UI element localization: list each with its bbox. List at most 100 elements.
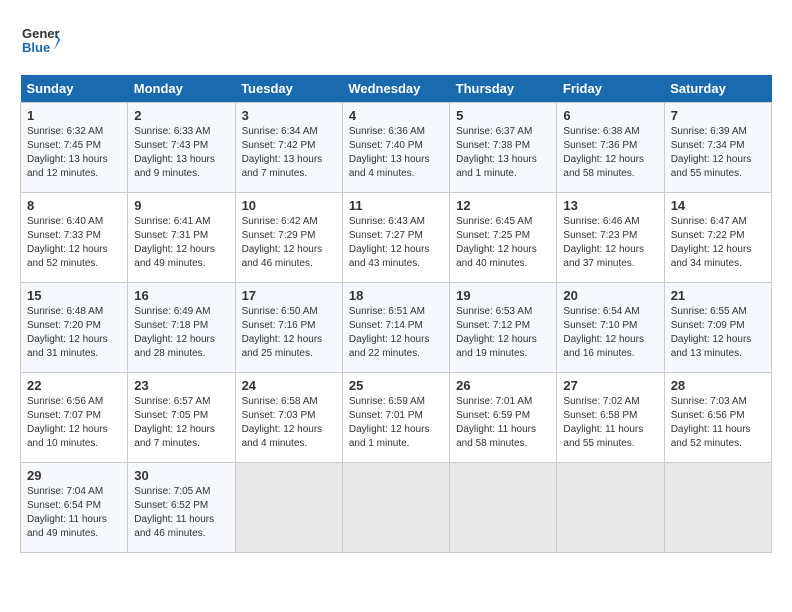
day-info: Sunrise: 6:40 AM Sunset: 7:33 PM Dayligh… [27,215,121,271]
day-info: Sunrise: 7:03 AM Sunset: 6:56 PM Dayligh… [671,395,765,451]
day-number: 3 [242,108,336,123]
day-number: 10 [242,198,336,213]
calendar-cell: 9 Sunrise: 6:41 AM Sunset: 7:31 PM Dayli… [128,193,235,283]
daylight-label: Daylight: 12 hours and 19 minutes. [456,334,537,359]
calendar-cell: 16 Sunrise: 6:49 AM Sunset: 7:18 PM Dayl… [128,283,235,373]
calendar-cell: 1 Sunrise: 6:32 AM Sunset: 7:45 PM Dayli… [21,103,128,193]
sunrise-label: Sunrise: 7:03 AM [671,396,747,407]
calendar-cell [235,463,342,553]
sunset-label: Sunset: 7:33 PM [27,230,101,241]
calendar-table: Sunday Monday Tuesday Wednesday Thursday… [20,75,772,553]
sunset-label: Sunset: 7:18 PM [134,320,208,331]
calendar-cell [557,463,664,553]
day-info: Sunrise: 6:37 AM Sunset: 7:38 PM Dayligh… [456,125,550,181]
sunrise-label: Sunrise: 6:59 AM [349,396,425,407]
day-number: 18 [349,288,443,303]
calendar-cell: 28 Sunrise: 7:03 AM Sunset: 6:56 PM Dayl… [664,373,771,463]
daylight-label: Daylight: 12 hours and 1 minute. [349,424,430,449]
header-monday: Monday [128,75,235,103]
daylight-label: Daylight: 12 hours and 58 minutes. [563,154,644,179]
calendar-cell: 25 Sunrise: 6:59 AM Sunset: 7:01 PM Dayl… [342,373,449,463]
calendar-cell: 6 Sunrise: 6:38 AM Sunset: 7:36 PM Dayli… [557,103,664,193]
header-sunday: Sunday [21,75,128,103]
sunset-label: Sunset: 7:42 PM [242,140,316,151]
day-info: Sunrise: 6:33 AM Sunset: 7:43 PM Dayligh… [134,125,228,181]
sunrise-label: Sunrise: 6:48 AM [27,306,103,317]
sunrise-label: Sunrise: 6:47 AM [671,216,747,227]
daylight-label: Daylight: 11 hours and 55 minutes. [563,424,643,449]
sunrise-label: Sunrise: 6:34 AM [242,126,318,137]
day-info: Sunrise: 6:50 AM Sunset: 7:16 PM Dayligh… [242,305,336,361]
day-number: 16 [134,288,228,303]
sunrise-label: Sunrise: 6:54 AM [563,306,639,317]
sunset-label: Sunset: 7:09 PM [671,320,745,331]
day-number: 9 [134,198,228,213]
day-number: 15 [27,288,121,303]
day-info: Sunrise: 6:34 AM Sunset: 7:42 PM Dayligh… [242,125,336,181]
sunrise-label: Sunrise: 6:45 AM [456,216,532,227]
calendar-cell: 21 Sunrise: 6:55 AM Sunset: 7:09 PM Dayl… [664,283,771,373]
sunrise-label: Sunrise: 6:40 AM [27,216,103,227]
daylight-label: Daylight: 11 hours and 49 minutes. [27,514,107,539]
day-info: Sunrise: 6:56 AM Sunset: 7:07 PM Dayligh… [27,395,121,451]
day-number: 8 [27,198,121,213]
header-saturday: Saturday [664,75,771,103]
calendar-cell: 27 Sunrise: 7:02 AM Sunset: 6:58 PM Dayl… [557,373,664,463]
day-number: 14 [671,198,765,213]
sunrise-label: Sunrise: 7:02 AM [563,396,639,407]
calendar-cell: 30 Sunrise: 7:05 AM Sunset: 6:52 PM Dayl… [128,463,235,553]
calendar-week-row: 29 Sunrise: 7:04 AM Sunset: 6:54 PM Dayl… [21,463,772,553]
sunset-label: Sunset: 7:45 PM [27,140,101,151]
calendar-cell: 14 Sunrise: 6:47 AM Sunset: 7:22 PM Dayl… [664,193,771,283]
svg-text:General: General [22,26,60,41]
sunset-label: Sunset: 7:14 PM [349,320,423,331]
sunrise-label: Sunrise: 7:01 AM [456,396,532,407]
sunset-label: Sunset: 7:34 PM [671,140,745,151]
day-info: Sunrise: 6:51 AM Sunset: 7:14 PM Dayligh… [349,305,443,361]
calendar-cell: 19 Sunrise: 6:53 AM Sunset: 7:12 PM Dayl… [450,283,557,373]
daylight-label: Daylight: 11 hours and 58 minutes. [456,424,536,449]
calendar-cell: 13 Sunrise: 6:46 AM Sunset: 7:23 PM Dayl… [557,193,664,283]
sunset-label: Sunset: 7:12 PM [456,320,530,331]
daylight-label: Daylight: 12 hours and 31 minutes. [27,334,108,359]
day-info: Sunrise: 6:58 AM Sunset: 7:03 PM Dayligh… [242,395,336,451]
day-info: Sunrise: 6:43 AM Sunset: 7:27 PM Dayligh… [349,215,443,271]
calendar-cell: 15 Sunrise: 6:48 AM Sunset: 7:20 PM Dayl… [21,283,128,373]
svg-text:Blue: Blue [22,40,50,55]
day-info: Sunrise: 6:48 AM Sunset: 7:20 PM Dayligh… [27,305,121,361]
calendar-cell: 24 Sunrise: 6:58 AM Sunset: 7:03 PM Dayl… [235,373,342,463]
calendar-week-row: 22 Sunrise: 6:56 AM Sunset: 7:07 PM Dayl… [21,373,772,463]
calendar-cell: 3 Sunrise: 6:34 AM Sunset: 7:42 PM Dayli… [235,103,342,193]
sunrise-label: Sunrise: 6:39 AM [671,126,747,137]
header-friday: Friday [557,75,664,103]
day-number: 26 [456,378,550,393]
calendar-cell [450,463,557,553]
sunrise-label: Sunrise: 6:36 AM [349,126,425,137]
calendar-cell [664,463,771,553]
day-info: Sunrise: 7:01 AM Sunset: 6:59 PM Dayligh… [456,395,550,451]
daylight-label: Daylight: 12 hours and 7 minutes. [134,424,215,449]
day-number: 28 [671,378,765,393]
calendar-cell: 10 Sunrise: 6:42 AM Sunset: 7:29 PM Dayl… [235,193,342,283]
calendar-cell: 18 Sunrise: 6:51 AM Sunset: 7:14 PM Dayl… [342,283,449,373]
day-number: 13 [563,198,657,213]
day-number: 4 [349,108,443,123]
sunrise-label: Sunrise: 6:43 AM [349,216,425,227]
sunset-label: Sunset: 7:27 PM [349,230,423,241]
sunset-label: Sunset: 6:56 PM [671,410,745,421]
calendar-week-row: 8 Sunrise: 6:40 AM Sunset: 7:33 PM Dayli… [21,193,772,283]
daylight-label: Daylight: 12 hours and 25 minutes. [242,334,323,359]
day-info: Sunrise: 6:55 AM Sunset: 7:09 PM Dayligh… [671,305,765,361]
daylight-label: Daylight: 13 hours and 9 minutes. [134,154,215,179]
day-number: 21 [671,288,765,303]
sunrise-label: Sunrise: 6:38 AM [563,126,639,137]
sunrise-label: Sunrise: 6:49 AM [134,306,210,317]
day-info: Sunrise: 6:46 AM Sunset: 7:23 PM Dayligh… [563,215,657,271]
calendar-cell: 17 Sunrise: 6:50 AM Sunset: 7:16 PM Dayl… [235,283,342,373]
day-number: 20 [563,288,657,303]
sunset-label: Sunset: 7:07 PM [27,410,101,421]
day-number: 6 [563,108,657,123]
calendar-cell: 23 Sunrise: 6:57 AM Sunset: 7:05 PM Dayl… [128,373,235,463]
day-info: Sunrise: 6:32 AM Sunset: 7:45 PM Dayligh… [27,125,121,181]
day-info: Sunrise: 6:49 AM Sunset: 7:18 PM Dayligh… [134,305,228,361]
